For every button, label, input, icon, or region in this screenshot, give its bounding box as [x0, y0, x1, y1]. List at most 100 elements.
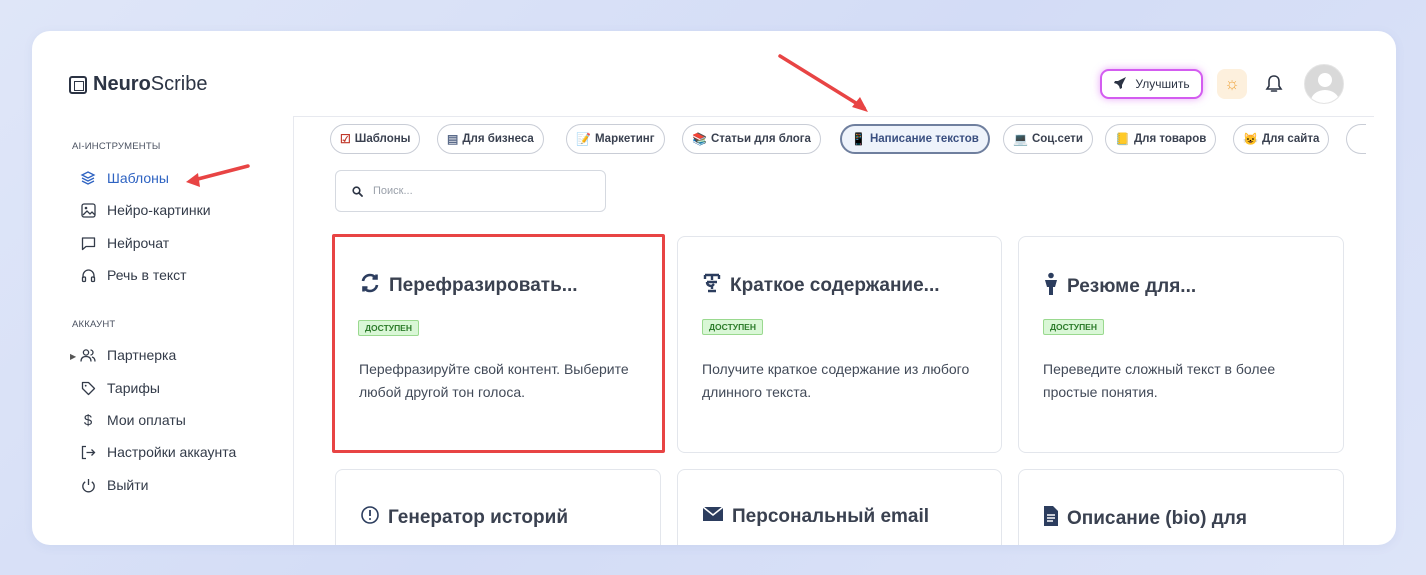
category-chip-business[interactable]: ▤ Для бизнеса: [437, 124, 544, 154]
chip-label: Для бизнеса: [462, 133, 534, 145]
card-title: Перефразировать...: [359, 272, 578, 300]
users-icon: [80, 347, 96, 363]
envelope-icon: [702, 505, 724, 529]
sidebar-item-speech-to-text[interactable]: Речь в текст: [80, 267, 187, 283]
header-divider: [294, 116, 1374, 117]
books-icon: 📚: [692, 132, 707, 146]
category-chip-social[interactable]: 💻 Соц.сети: [1003, 124, 1093, 154]
notifications-button[interactable]: [1261, 71, 1287, 97]
app-logo[interactable]: NeuroScribe: [69, 73, 208, 96]
card-title: Краткое содержание...: [702, 272, 940, 300]
image-icon: [80, 202, 96, 218]
search-icon: [352, 185, 363, 197]
card-title-text: Резюме для...: [1067, 276, 1197, 297]
availability-badge: ДОСТУПЕН: [1043, 319, 1104, 335]
theme-toggle-button[interactable]: ☼: [1217, 69, 1247, 99]
availability-badge: ДОСТУПЕН: [702, 319, 763, 335]
account-section-title: АККАУНТ: [72, 319, 116, 330]
card-title: Генератор историй: [360, 505, 568, 531]
template-card-personal-email[interactable]: Персональный email: [677, 469, 1002, 545]
sidebar-item-label: Настройки аккаунта: [107, 444, 237, 460]
headphones-icon: [80, 267, 96, 283]
sun-icon: ☼: [1224, 74, 1240, 93]
chip-label: Маркетинг: [594, 133, 655, 145]
template-card-paraphrase[interactable]: Перефразировать... ДОСТУПЕН Перефразируй…: [332, 234, 665, 453]
logo-icon: [69, 75, 87, 94]
category-chip-products[interactable]: 📒 Для товаров: [1105, 124, 1217, 154]
logo-text-bold: Neuro: [93, 73, 151, 95]
document-icon: [1043, 505, 1059, 533]
sidebar-item-my-payments[interactable]: $ Мои оплаты: [80, 411, 186, 429]
bell-icon: [1265, 75, 1283, 92]
ledger-icon: 📒: [1115, 132, 1130, 146]
template-card-bio-description[interactable]: Описание (bio) для: [1018, 469, 1344, 545]
sidebar-item-label: Нейро-картинки: [107, 202, 211, 218]
upgrade-label: Улучшить: [1135, 77, 1190, 91]
checkbox-icon: ☑: [340, 132, 351, 146]
chat-icon: [80, 235, 96, 251]
chip-label: Для товаров: [1133, 133, 1207, 145]
app-window: NeuroScribe Улучшить ☼ AI-ИНСТРУМЕНТЫ Ша…: [32, 31, 1396, 545]
chip-label: Для сайта: [1261, 133, 1320, 145]
dollar-icon: $: [83, 411, 93, 429]
template-card-summary[interactable]: Краткое содержание... ДОСТУПЕН Получите …: [677, 236, 1002, 453]
laptop-icon: 💻: [1013, 132, 1028, 146]
sidebar-item-label: Нейрочат: [107, 235, 170, 251]
search-input[interactable]: [373, 185, 573, 197]
person-icon: [1043, 272, 1059, 302]
cat-face-icon: 😺: [1243, 132, 1258, 146]
sidebar-item-tariffs[interactable]: Тарифы: [80, 380, 160, 396]
sidebar-item-neuro-images[interactable]: Нейро-картинки: [80, 202, 211, 218]
availability-badge: ДОСТУПЕН: [358, 320, 419, 336]
category-chip-overflow[interactable]: [1346, 124, 1366, 154]
sidebar-item-label: Выйти: [107, 477, 149, 493]
card-description: Перефразируйте свой контент. Выберите лю…: [359, 361, 629, 400]
power-icon: [80, 477, 96, 493]
category-chip-text-writing[interactable]: 📱 Написание текстов: [840, 124, 990, 154]
sidebar-item-label: Мои оплаты: [107, 412, 186, 428]
layers-icon: [80, 170, 96, 186]
phone-icon: 📱: [851, 132, 866, 146]
info-icon: [360, 505, 380, 531]
search-box[interactable]: [335, 170, 606, 212]
sidebar-item-logout[interactable]: Выйти: [80, 477, 148, 493]
template-card-story-generator[interactable]: Генератор историй: [335, 469, 661, 545]
rocket-icon: [1113, 76, 1127, 93]
logout-arrow-icon: [80, 444, 96, 460]
category-chip-blog-articles[interactable]: 📚 Статьи для блога: [682, 124, 821, 154]
template-card-resume[interactable]: Резюме для... ДОСТУПЕН Переведите сложны…: [1018, 236, 1344, 453]
category-chip-website[interactable]: 😺 Для сайта: [1233, 124, 1330, 154]
card-title: Персональный email: [702, 505, 929, 529]
upgrade-button[interactable]: Улучшить: [1100, 69, 1203, 99]
chip-label: Шаблоны: [354, 133, 411, 145]
card-title: Описание (bio) для: [1043, 505, 1247, 533]
card-description: Получите краткое содержание из любого дл…: [702, 361, 970, 400]
scroll-icon: [702, 272, 722, 300]
avatar-body: [1311, 90, 1339, 103]
sidebar-item-neurochat[interactable]: Нейрочат: [80, 235, 169, 251]
card-title: Резюме для...: [1043, 272, 1196, 302]
tag-icon: [80, 380, 96, 396]
sidebar-item-label: Тарифы: [107, 380, 160, 396]
card-title-text: Персональный email: [732, 506, 930, 527]
sidebar-item-label: Шаблоны: [107, 170, 169, 186]
logo-text-thin: Scribe: [150, 73, 208, 95]
caret-right-icon[interactable]: ▶: [70, 352, 76, 361]
sidebar-item-account-settings[interactable]: Настройки аккаунта: [80, 444, 236, 460]
card-title-text: Описание (bio) для: [1067, 508, 1247, 529]
refresh-icon: [359, 272, 381, 300]
user-avatar[interactable]: [1304, 64, 1344, 104]
card-title-text: Перефразировать...: [389, 275, 578, 296]
card-title-text: Генератор историй: [388, 507, 569, 528]
chip-label: Статьи для блога: [710, 133, 811, 145]
card-title-text: Краткое содержание...: [730, 275, 940, 296]
avatar-head: [1318, 73, 1332, 87]
category-chip-marketing[interactable]: 📝 Маркетинг: [566, 124, 665, 154]
card-description: Переведите сложный текст в более простые…: [1043, 361, 1276, 400]
sidebar-item-templates[interactable]: Шаблоны: [80, 170, 169, 186]
ai-tools-section-title: AI-ИНСТРУМЕНТЫ: [72, 141, 161, 152]
category-chip-templates[interactable]: ☑ Шаблоны: [330, 124, 421, 154]
sidebar-item-partner[interactable]: Партнерка: [80, 347, 176, 363]
window-icon: ▤: [447, 132, 459, 146]
memo-icon: 📝: [576, 132, 591, 146]
